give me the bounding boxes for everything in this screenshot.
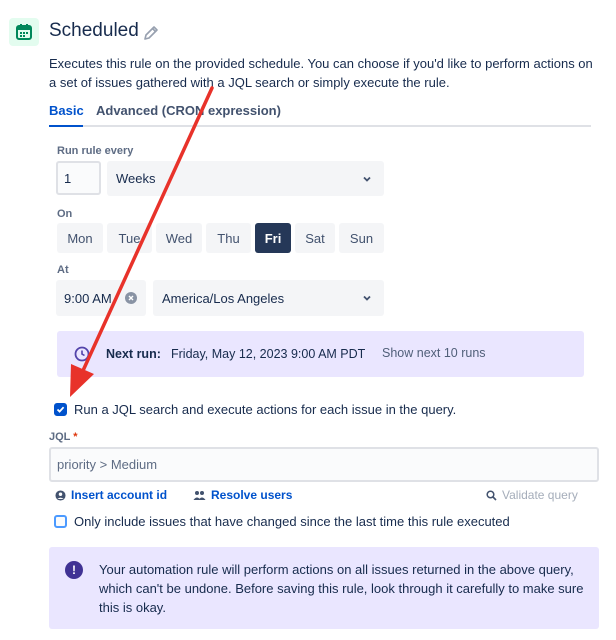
tab-basic[interactable]: Basic xyxy=(49,103,84,118)
checkmark-icon xyxy=(56,406,65,413)
trigger-description: Executes this rule on the provided sched… xyxy=(49,56,593,90)
on-label: On xyxy=(57,208,73,220)
annotation-arrow xyxy=(70,86,214,397)
validate-query-button[interactable]: Validate query xyxy=(486,488,578,502)
info-exclamation-icon: ! xyxy=(65,561,83,579)
clear-time-icon[interactable] xyxy=(125,292,137,304)
jql-label: JQL * xyxy=(49,431,78,443)
day-fri[interactable]: Fri xyxy=(255,223,291,253)
only-changed-checkbox[interactable] xyxy=(54,515,67,528)
active-tab-indicator xyxy=(49,125,83,127)
next-run-label: Next run: xyxy=(106,347,161,361)
chevron-down-icon xyxy=(363,295,371,301)
chevron-down-icon xyxy=(363,176,371,182)
validate-query-text: Validate query xyxy=(502,488,578,502)
at-label: At xyxy=(57,264,69,276)
interval-value-input[interactable]: 1 xyxy=(56,161,101,195)
warning-panel: ! Your automation rule will perform acti… xyxy=(49,547,599,629)
timezone-value: America/Los Angeles xyxy=(162,290,285,306)
edit-pencil-icon[interactable] xyxy=(142,24,160,42)
resolve-users-text: Resolve users xyxy=(211,488,293,502)
page-title: Scheduled xyxy=(49,20,139,41)
interval-unit-value: Weeks xyxy=(116,171,156,186)
insert-account-id-link[interactable]: Insert account id xyxy=(55,488,167,502)
day-wed[interactable]: Wed xyxy=(156,223,202,253)
next-run-panel: Next run: Friday, May 12, 2023 9:00 AM P… xyxy=(57,331,584,377)
run-jql-checkbox[interactable] xyxy=(54,403,67,416)
day-thu[interactable]: Thu xyxy=(206,223,251,253)
next-run-value: Friday, May 12, 2023 9:00 AM PDT xyxy=(171,347,366,361)
person-icon xyxy=(55,489,66,501)
run-jql-label: Run a JQL search and execute actions for… xyxy=(74,402,457,417)
only-changed-label: Only include issues that have changed si… xyxy=(74,514,510,529)
day-sat[interactable]: Sat xyxy=(295,223,335,253)
jql-input[interactable]: priority > Medium xyxy=(49,447,599,482)
search-icon xyxy=(486,489,497,501)
insert-account-id-text: Insert account id xyxy=(71,488,168,502)
day-sun[interactable]: Sun xyxy=(339,223,384,253)
tab-advanced-cron[interactable]: Advanced (CRON expression) xyxy=(96,103,281,118)
jql-label-text: JQL xyxy=(49,431,71,443)
clock-icon xyxy=(74,346,90,362)
show-next-runs-link[interactable]: Show next 10 runs xyxy=(382,346,486,360)
day-tue[interactable]: Tue xyxy=(107,223,152,253)
required-marker: * xyxy=(73,431,78,443)
users-icon xyxy=(193,490,206,500)
time-value: 9:00 AM xyxy=(64,290,112,306)
day-mon[interactable]: Mon xyxy=(57,223,103,253)
calendar-icon xyxy=(9,18,39,46)
warning-text: Your automation rule will perform action… xyxy=(99,562,584,615)
tab-bar: Basic Advanced (CRON expression) xyxy=(49,103,591,127)
resolve-users-link[interactable]: Resolve users xyxy=(193,488,292,502)
timezone-select[interactable]: America/Los Angeles xyxy=(153,280,384,316)
run-every-label: Run rule every xyxy=(57,145,134,157)
interval-unit-select[interactable]: Weeks xyxy=(107,161,384,196)
